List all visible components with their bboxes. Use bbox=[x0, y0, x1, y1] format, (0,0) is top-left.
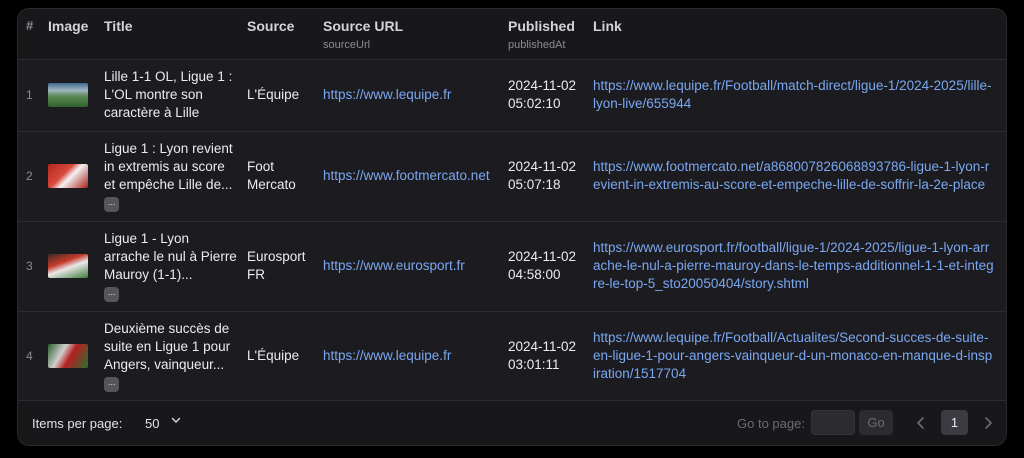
row-image-cell bbox=[48, 221, 104, 311]
table-header-row: # Image Title Source Source URL sourceUr… bbox=[18, 9, 1006, 59]
column-header-published: Published publishedAt bbox=[508, 9, 593, 59]
row-title-cell: Ligue 1 : Lyon revient in extremis au sc… bbox=[104, 131, 247, 221]
match-photo-thumbnail[interactable] bbox=[48, 254, 88, 278]
column-header-source-url: Source URL sourceUrl bbox=[323, 9, 508, 59]
table-row: 3 Ligue 1 - Lyon arrache le nul à Pierre… bbox=[18, 221, 1006, 311]
match-photo-thumbnail[interactable] bbox=[48, 164, 88, 188]
row-source: Foot Mercato bbox=[247, 159, 296, 192]
column-header-published-key: publishedAt bbox=[508, 39, 566, 51]
row-source-url-cell: https://www.lequipe.fr bbox=[323, 311, 508, 401]
row-title: Ligue 1 - Lyon arrache le nul à Pierre M… bbox=[104, 231, 237, 282]
row-title: Deuxième succès de suite en Ligue 1 pour… bbox=[104, 321, 231, 373]
column-header-published-label: Published bbox=[508, 18, 575, 34]
column-header-source: Source bbox=[247, 18, 295, 34]
row-published: 2024-11-02 05:07:18 bbox=[508, 159, 577, 192]
row-source-url-cell: https://www.eurosport.fr bbox=[323, 221, 508, 311]
results-table-panel: # Image Title Source Source URL sourceUr… bbox=[17, 8, 1007, 446]
chevron-right-icon[interactable] bbox=[978, 413, 998, 433]
row-source: L'Équipe bbox=[247, 87, 300, 102]
table-row: 2 Ligue 1 : Lyon revient in extremis au … bbox=[18, 131, 1006, 221]
column-header-source-url-key: sourceUrl bbox=[323, 39, 371, 51]
items-per-page-select[interactable]: 50 bbox=[145, 416, 159, 431]
pagination-footer: Items per page: 50 Go to page: Go 1 bbox=[18, 400, 1006, 445]
column-header-source-url-label: Source URL bbox=[323, 18, 404, 34]
row-link-cell: https://www.eurosport.fr/football/ligue-… bbox=[593, 221, 1006, 311]
row-number: 4 bbox=[26, 349, 33, 364]
row-image-cell bbox=[48, 311, 104, 401]
row-link-cell: https://www.footmercato.net/a86800782606… bbox=[593, 131, 1006, 221]
results-table: # Image Title Source Source URL sourceUr… bbox=[18, 9, 1006, 401]
row-article-link[interactable]: https://www.lequipe.fr/Football/Actualit… bbox=[593, 330, 992, 381]
row-link-cell: https://www.lequipe.fr/Football/match-di… bbox=[593, 59, 1006, 131]
expand-title-button[interactable]: ··· bbox=[104, 286, 119, 302]
items-per-page-label: Items per page: bbox=[32, 416, 123, 431]
row-published: 2024-11-02 04:58:00 bbox=[508, 249, 577, 282]
row-title-cell: Deuxième succès de suite en Ligue 1 pour… bbox=[104, 311, 247, 401]
column-header-title: Title bbox=[104, 18, 133, 34]
table-row: 1 Lille 1-1 OL, Ligue 1 : L'OL montre so… bbox=[18, 59, 1006, 131]
row-title: Ligue 1 : Lyon revient in extremis au sc… bbox=[104, 141, 233, 192]
goto-page-label: Go to page: bbox=[737, 416, 805, 431]
row-image-cell bbox=[48, 59, 104, 131]
row-source-url-link[interactable]: https://www.eurosport.fr bbox=[323, 258, 465, 273]
row-article-link[interactable]: https://www.lequipe.fr/Football/match-di… bbox=[593, 78, 991, 111]
row-number: 3 bbox=[26, 259, 33, 273]
current-page-button[interactable]: 1 bbox=[941, 410, 968, 435]
table-row: 4 Deuxième succès de suite en Ligue 1 po… bbox=[18, 311, 1006, 401]
row-source: L'Équipe bbox=[247, 348, 300, 364]
row-title-cell: Lille 1-1 OL, Ligue 1 : L'OL montre son … bbox=[104, 59, 247, 131]
match-photo-thumbnail[interactable] bbox=[48, 83, 88, 107]
row-source-url-cell: https://www.footmercato.net bbox=[323, 131, 508, 221]
expand-title-button[interactable]: ··· bbox=[104, 196, 119, 212]
row-title: Lille 1-1 OL, Ligue 1 : L'OL montre son … bbox=[104, 69, 233, 120]
row-source: Eurosport FR bbox=[247, 249, 306, 282]
column-header-image: Image bbox=[48, 18, 89, 34]
match-photo-thumbnail[interactable] bbox=[48, 344, 88, 369]
column-header-link: Link bbox=[593, 18, 622, 34]
row-source-url-link[interactable]: https://www.lequipe.fr bbox=[323, 87, 451, 102]
row-source-url-link[interactable]: https://www.lequipe.fr bbox=[323, 348, 451, 363]
column-header-num: # bbox=[26, 18, 34, 33]
row-title-cell: Ligue 1 - Lyon arrache le nul à Pierre M… bbox=[104, 221, 247, 311]
expand-title-button[interactable]: ··· bbox=[104, 376, 119, 392]
row-number: 1 bbox=[26, 88, 33, 102]
row-source-url-link[interactable]: https://www.footmercato.net bbox=[323, 168, 490, 183]
go-button[interactable]: Go bbox=[859, 410, 893, 435]
row-published: 2024-11-02 05:02:10 bbox=[508, 78, 577, 111]
row-source-url-cell: https://www.lequipe.fr bbox=[323, 59, 508, 131]
goto-page-input[interactable] bbox=[811, 410, 855, 435]
row-article-link[interactable]: https://www.eurosport.fr/football/ligue-… bbox=[593, 240, 994, 291]
chevron-down-icon[interactable] bbox=[170, 414, 182, 426]
row-number: 2 bbox=[26, 169, 33, 183]
chevron-left-icon[interactable] bbox=[911, 413, 931, 433]
row-article-link[interactable]: https://www.footmercato.net/a86800782606… bbox=[593, 159, 989, 192]
row-link-cell: https://www.lequipe.fr/Football/Actualit… bbox=[593, 311, 1006, 401]
row-published: 2024-11-02 03:01:11 bbox=[508, 339, 577, 373]
row-image-cell bbox=[48, 131, 104, 221]
